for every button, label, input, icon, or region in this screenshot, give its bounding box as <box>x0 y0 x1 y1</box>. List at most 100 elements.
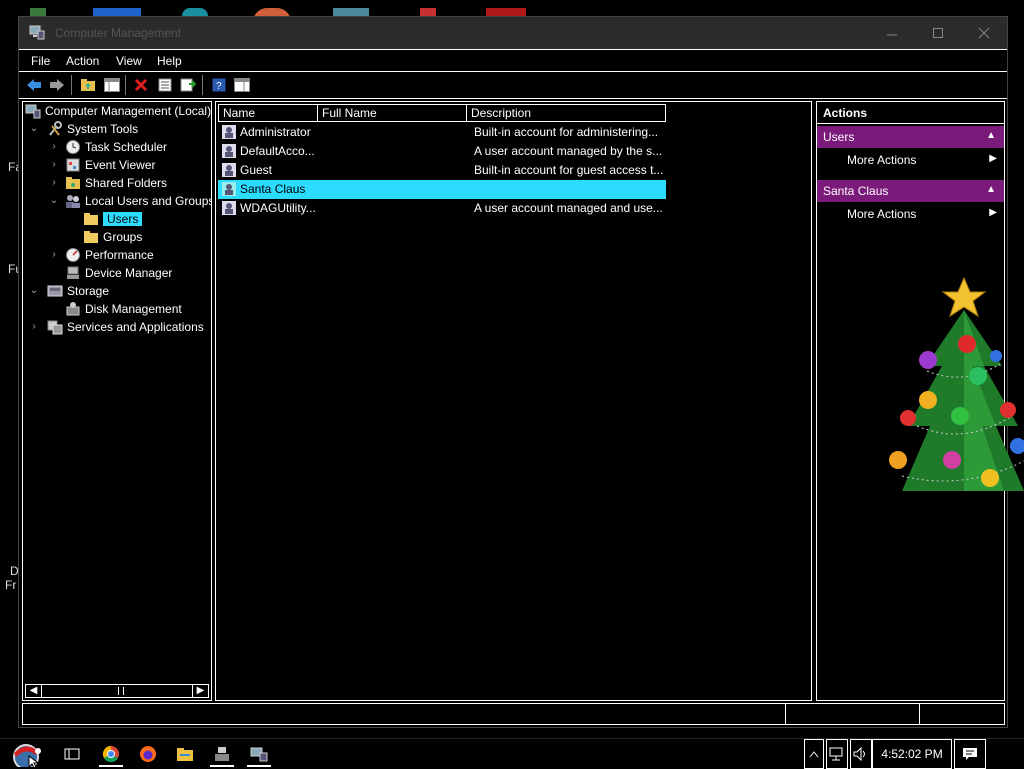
menu-view[interactable]: View <box>116 54 142 68</box>
scroll-left-button[interactable]: ◀ <box>26 685 42 697</box>
list-row-wdagutility[interactable]: WDAGUtility... A user account managed an… <box>218 199 666 218</box>
storage-icon <box>47 285 63 297</box>
user-icon <box>222 201 236 215</box>
volume-button[interactable] <box>850 739 872 769</box>
help-button[interactable]: ? <box>210 76 228 94</box>
network-icon <box>829 747 843 761</box>
notifications-button[interactable] <box>954 739 986 769</box>
tree-node-disk-management[interactable]: Disk Management <box>65 300 182 318</box>
performance-gauge-icon <box>66 248 80 262</box>
title-bar[interactable]: Computer Management <box>19 17 1007 49</box>
user-description: A user account managed and use... <box>474 201 663 215</box>
server-manager-icon <box>215 747 229 761</box>
chevron-right-icon[interactable]: › <box>49 178 59 188</box>
tree-node-event-viewer[interactable]: Event Viewer <box>65 156 155 174</box>
menu-file[interactable]: File <box>31 54 50 68</box>
close-icon <box>978 27 990 39</box>
console-tree-icon <box>104 78 120 92</box>
user-name: WDAGUtility... <box>240 201 316 215</box>
tree-node-groups[interactable]: Groups <box>83 228 142 246</box>
device-manager-icon <box>67 266 79 279</box>
menu-action[interactable]: Action <box>66 54 99 68</box>
disk-management-icon <box>66 302 80 316</box>
tree-node-performance[interactable]: Performance <box>65 246 154 264</box>
actions-section-users[interactable]: Users ▲ <box>817 126 1004 148</box>
delete-button[interactable] <box>132 76 150 94</box>
tree-node-computer-management[interactable]: Computer Management (Local) <box>25 102 211 120</box>
user-icon <box>222 144 236 158</box>
show-hidden-icons-button[interactable] <box>804 739 824 769</box>
chevron-down-icon[interactable]: ⌄ <box>29 286 39 296</box>
computer-management-icon <box>29 25 45 40</box>
start-button[interactable] <box>6 741 46 767</box>
close-button[interactable] <box>961 17 1007 49</box>
actions-section-santa-claus[interactable]: Santa Claus ▲ <box>817 180 1004 202</box>
back-button[interactable] <box>25 76 43 94</box>
submenu-arrow-icon: ▶ <box>989 153 997 164</box>
properties-button[interactable] <box>156 76 174 94</box>
tree-node-system-tools[interactable]: System Tools <box>47 120 138 138</box>
maximize-button[interactable] <box>915 17 961 49</box>
status-bar <box>22 703 1005 725</box>
taskbar-clock[interactable]: 4:52:02 PM <box>872 739 952 769</box>
taskbar-app[interactable] <box>204 741 240 767</box>
arrow-right-icon <box>50 79 64 91</box>
computer-management-window: Computer Management File Action View Hel… <box>18 16 1008 728</box>
column-header-description[interactable]: Description <box>466 104 666 122</box>
mouse-cursor-icon <box>28 755 40 769</box>
tree-node-services-applications[interactable]: Services and Applications <box>47 318 204 336</box>
tree-horizontal-scrollbar[interactable]: ◀ ▶ <box>25 684 209 698</box>
chevron-right-icon[interactable]: › <box>49 142 59 152</box>
taskbar-file-explorer[interactable] <box>167 741 203 767</box>
show-hide-action-pane-button[interactable] <box>233 76 251 94</box>
taskbar-firefox[interactable] <box>130 741 166 767</box>
tree-label: Services and Applications <box>67 320 204 334</box>
desktop-label-fragment[interactable]: Fr <box>5 578 16 592</box>
taskbar-computer-management[interactable] <box>241 741 277 767</box>
chevron-right-icon[interactable]: › <box>49 160 59 170</box>
chevron-right-icon[interactable]: › <box>49 250 59 260</box>
user-description: A user account managed by the s... <box>474 144 663 158</box>
chevron-down-icon[interactable]: ⌄ <box>49 196 59 206</box>
export-list-icon <box>180 78 196 92</box>
taskbar-chrome[interactable] <box>93 741 129 767</box>
column-header-full-name[interactable]: Full Name <box>317 104 467 122</box>
tree-node-device-manager[interactable]: Device Manager <box>65 264 172 282</box>
chevron-right-icon[interactable]: › <box>29 322 39 332</box>
collapse-up-icon[interactable]: ▲ <box>986 184 996 195</box>
more-actions-users[interactable]: More Actions ▶ <box>847 150 997 170</box>
user-icon <box>222 182 236 196</box>
maximize-icon <box>933 28 943 38</box>
list-row-guest[interactable]: Guest Built-in account for guest access … <box>218 161 666 180</box>
event-viewer-icon <box>66 158 80 172</box>
tree-node-task-scheduler[interactable]: Task Scheduler <box>65 138 167 156</box>
network-button[interactable] <box>826 739 848 769</box>
christmas-tree-decoration <box>889 276 1024 491</box>
chevron-up-icon <box>809 751 819 758</box>
tree-label-selected: Users <box>103 212 143 226</box>
export-list-button[interactable] <box>179 76 197 94</box>
tree-label: Computer Management (Local) <box>45 104 212 118</box>
tree-node-local-users-groups[interactable]: Local Users and Groups <box>65 192 211 210</box>
task-view-button[interactable] <box>54 741 90 767</box>
shared-folder-icon <box>66 177 80 189</box>
up-folder-button[interactable] <box>79 76 97 94</box>
tree-node-storage[interactable]: Storage <box>47 282 109 300</box>
list-row-defaultaccount[interactable]: DefaultAcco... A user account managed by… <box>218 142 666 161</box>
actions-section-label: Users <box>823 130 855 144</box>
chevron-down-icon[interactable]: ⌄ <box>29 124 39 134</box>
list-row-administrator[interactable]: Administrator Built-in account for admin… <box>218 123 666 142</box>
more-actions-santa-claus[interactable]: More Actions ▶ <box>847 204 997 224</box>
tree-node-users[interactable]: Users <box>83 210 143 228</box>
chrome-icon <box>102 745 119 763</box>
show-hide-console-tree-button[interactable] <box>103 76 121 94</box>
forward-button[interactable] <box>48 76 66 94</box>
list-row-santa-claus[interactable]: Santa Claus <box>218 180 666 199</box>
menu-help[interactable]: Help <box>157 54 182 68</box>
column-header-name[interactable]: Name <box>218 104 318 122</box>
tree-node-shared-folders[interactable]: Shared Folders <box>65 174 167 192</box>
collapse-up-icon[interactable]: ▲ <box>986 130 996 141</box>
minimize-button[interactable] <box>869 17 915 49</box>
scroll-thumb[interactable] <box>118 687 124 695</box>
scroll-right-button[interactable]: ▶ <box>192 685 208 697</box>
